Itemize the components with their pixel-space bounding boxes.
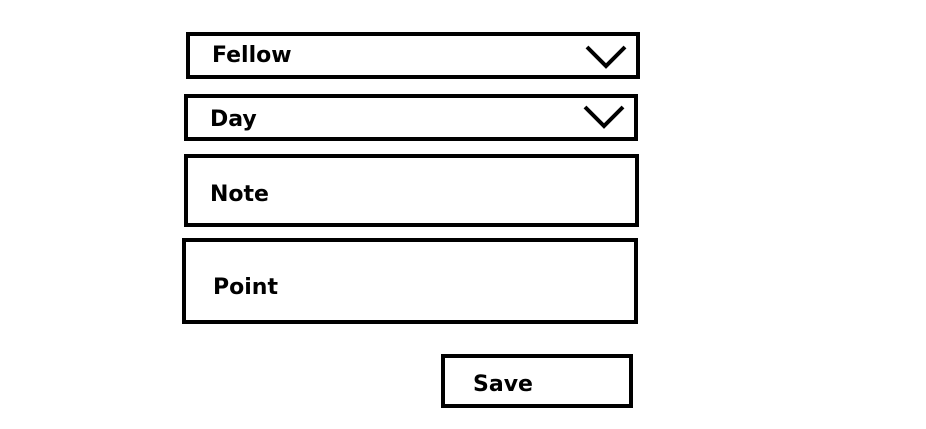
save-button[interactable]: Save <box>441 354 633 408</box>
note-field[interactable]: Note <box>184 154 639 227</box>
fellow-select[interactable]: Fellow <box>186 32 640 79</box>
point-field-value: Point <box>213 275 278 300</box>
chevron-down-icon[interactable] <box>582 104 626 130</box>
point-field[interactable]: Point <box>182 238 638 324</box>
day-select[interactable]: Day <box>184 94 638 141</box>
save-button-label: Save <box>473 372 533 397</box>
day-select-value: Day <box>210 107 257 132</box>
note-field-value: Note <box>210 182 269 207</box>
chevron-down-icon[interactable] <box>584 44 628 70</box>
fellow-select-value: Fellow <box>212 43 292 68</box>
